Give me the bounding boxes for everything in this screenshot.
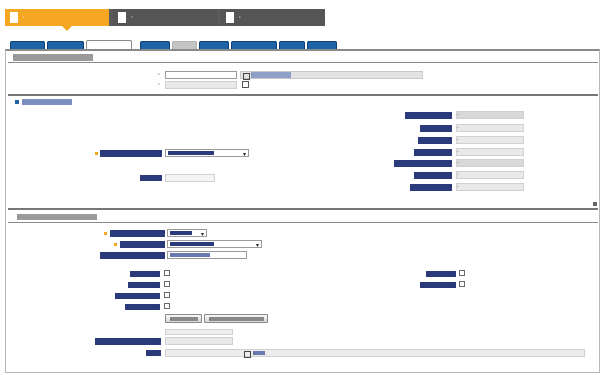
bottom-field-label: · bbox=[100, 252, 165, 259]
action-button-1-label: · bbox=[170, 317, 198, 323]
tab-4[interactable] bbox=[140, 41, 170, 49]
right-label-5: · bbox=[394, 160, 452, 167]
step-label-1: · bbox=[23, 14, 25, 21]
right-value-5: · bbox=[456, 159, 524, 167]
right-value-3: · bbox=[456, 136, 524, 144]
right-label-6: · bbox=[414, 172, 452, 179]
checkbox-1[interactable] bbox=[164, 270, 170, 276]
right-label-1: · bbox=[405, 112, 452, 119]
section-bottom-title: · bbox=[17, 214, 97, 220]
tab-3-active[interactable] bbox=[86, 40, 132, 49]
middle-select-value: · bbox=[168, 151, 214, 157]
bottom-field-value: · bbox=[170, 253, 210, 259]
lower-field2 bbox=[165, 337, 233, 345]
checkbox-4[interactable] bbox=[164, 303, 170, 309]
wizard-step-3[interactable]: · bbox=[221, 9, 325, 26]
bottom-select2[interactable]: · ▾ bbox=[167, 240, 262, 249]
bottom-select2-value: · bbox=[170, 242, 214, 248]
step-label-3: · bbox=[239, 14, 241, 21]
right-value-7: · bbox=[456, 183, 524, 191]
check-label-3: · bbox=[115, 293, 160, 299]
tab-1[interactable] bbox=[10, 41, 45, 49]
middle-field bbox=[165, 174, 215, 182]
chevron-down-icon: ▾ bbox=[242, 152, 246, 158]
section-middle-title: · bbox=[22, 99, 72, 105]
top-input-1[interactable] bbox=[165, 71, 237, 79]
wizard-step-2[interactable]: · bbox=[113, 9, 217, 26]
action-button-1[interactable]: · bbox=[165, 314, 202, 323]
step-number-1 bbox=[10, 12, 18, 23]
action-button-2[interactable]: · bbox=[204, 314, 268, 323]
middle-field-label: · bbox=[140, 175, 162, 181]
required-marker-2 bbox=[104, 232, 107, 235]
right-label-2: · bbox=[420, 125, 452, 132]
lower-field3: · bbox=[165, 349, 585, 358]
checkbox-right-2[interactable] bbox=[459, 281, 465, 287]
top-readonly-2 bbox=[165, 81, 237, 89]
bottom-select1-value: · bbox=[170, 231, 192, 237]
bottom-select1[interactable]: · ▾ bbox=[167, 229, 207, 238]
right-value-1: · bbox=[456, 111, 524, 119]
chevron-down-icon: ▾ bbox=[200, 232, 204, 238]
content-frame bbox=[5, 49, 600, 373]
top-icon-2[interactable] bbox=[242, 81, 249, 88]
section-divider-2 bbox=[8, 94, 598, 96]
wizard-step-1[interactable]: · bbox=[5, 9, 109, 26]
expand-icon[interactable] bbox=[15, 100, 19, 104]
lower-readonly-top bbox=[165, 329, 233, 335]
checkbox-3[interactable] bbox=[164, 292, 170, 298]
tab-9[interactable] bbox=[307, 41, 337, 49]
lower-field2-label: · bbox=[95, 338, 161, 345]
right-value-2: · bbox=[456, 124, 524, 132]
check-label-right-2: · bbox=[420, 282, 456, 288]
check-label-4: · bbox=[125, 304, 160, 310]
step-number-2 bbox=[118, 12, 126, 23]
edit-icon[interactable] bbox=[593, 202, 597, 206]
tab-8[interactable] bbox=[279, 41, 305, 49]
action-button-2-label: · bbox=[209, 317, 264, 323]
top-badge: · bbox=[240, 71, 423, 80]
chevron-down-icon: ▾ bbox=[255, 243, 259, 249]
right-label-7: · bbox=[410, 184, 452, 191]
right-value-4: · bbox=[456, 148, 524, 156]
required-marker bbox=[95, 152, 98, 155]
section-general-divider bbox=[8, 62, 598, 63]
checkbox-2[interactable] bbox=[164, 281, 170, 287]
step-label-2: · bbox=[131, 14, 133, 21]
middle-select-label: · bbox=[100, 150, 162, 157]
right-label-4: · bbox=[414, 149, 452, 156]
tab-2[interactable] bbox=[47, 41, 84, 49]
bottom-select1-label: · bbox=[110, 230, 165, 237]
check-label-right-1: · bbox=[426, 271, 456, 277]
right-value-6: · bbox=[456, 171, 524, 179]
top-label-2: · bbox=[158, 82, 160, 88]
badge-text: · bbox=[251, 72, 291, 78]
section-bottom-rule bbox=[8, 222, 598, 223]
top-label-1: · bbox=[158, 72, 160, 78]
tab-6[interactable] bbox=[199, 41, 229, 49]
required-marker-3 bbox=[114, 243, 117, 246]
tab-7[interactable] bbox=[231, 41, 277, 49]
tab-5 bbox=[172, 41, 197, 49]
check-label-1: · bbox=[130, 271, 160, 277]
check-label-2: · bbox=[128, 282, 160, 288]
section-general-title: · bbox=[13, 54, 93, 61]
lower-field3-icon bbox=[244, 351, 251, 358]
badge-icon bbox=[243, 73, 250, 80]
checkbox-right-1[interactable] bbox=[459, 270, 465, 276]
middle-select[interactable]: · ▾ bbox=[165, 149, 249, 158]
bottom-field[interactable]: · bbox=[167, 251, 247, 259]
bottom-select2-label: · bbox=[120, 241, 165, 248]
section-bottom-divider bbox=[8, 208, 598, 210]
step-arrow bbox=[62, 26, 72, 31]
right-label-3: · bbox=[418, 137, 452, 144]
lower-field3-label: · bbox=[146, 350, 161, 356]
lower-field3-value: · bbox=[253, 351, 265, 357]
step-number-3 bbox=[226, 12, 234, 23]
